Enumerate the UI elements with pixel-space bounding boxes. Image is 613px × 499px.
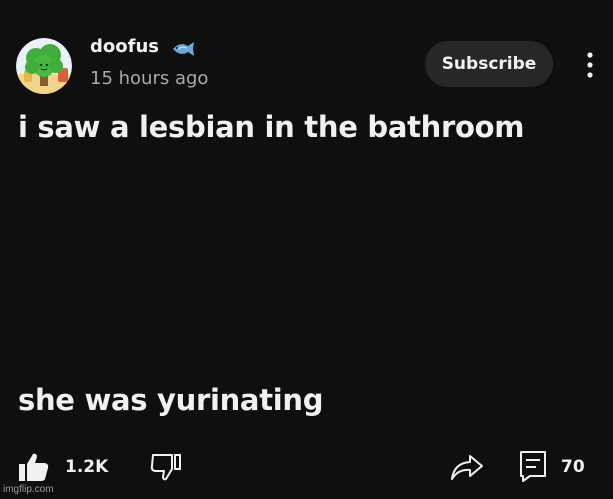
fish-icon — [173, 42, 194, 56]
like-count: 1.2K — [65, 457, 109, 477]
comments-icon[interactable] — [518, 450, 548, 482]
tree-avatar-icon — [16, 38, 72, 94]
avatar[interactable] — [16, 38, 72, 94]
watermark: imgflip.com — [3, 484, 54, 495]
dislike-icon[interactable] — [150, 452, 182, 482]
comment-count: 70 — [561, 457, 585, 477]
share-icon[interactable] — [450, 452, 484, 482]
more-options-icon[interactable] — [578, 50, 602, 80]
subscribe-button[interactable]: Subscribe — [425, 41, 553, 87]
post-timestamp: 15 hours ago — [90, 68, 209, 89]
like-icon[interactable] — [18, 452, 50, 482]
author-name[interactable]: doofus — [90, 36, 159, 57]
post-text-line-1: i saw a lesbian in the bathroom — [18, 110, 525, 144]
post-text-line-2: she was yurinating — [18, 383, 324, 417]
community-post: doofus 15 hours ago Subscribe i saw a le… — [0, 0, 613, 499]
